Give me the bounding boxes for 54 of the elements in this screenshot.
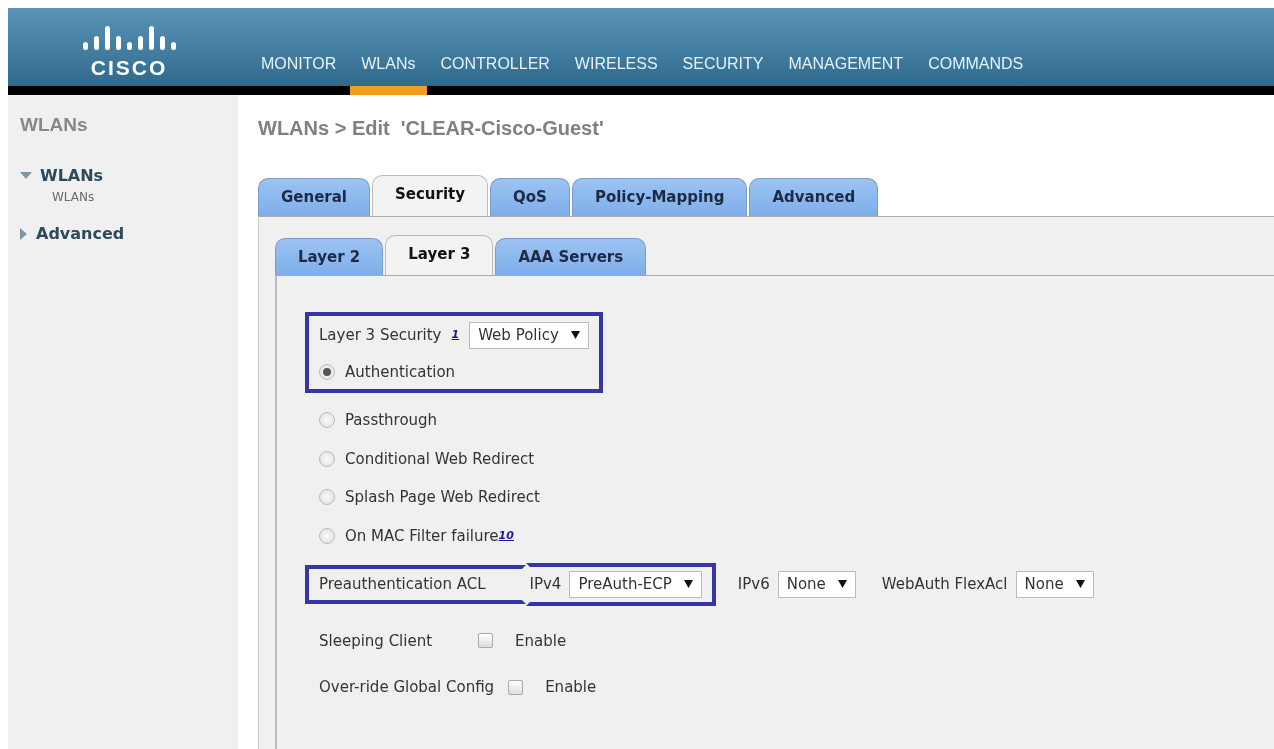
radio-label: Authentication [345,361,456,383]
field-label: Sleeping Client [319,630,433,652]
radio-button[interactable] [319,450,335,467]
tab[interactable]: Layer 2 [275,237,384,275]
radio-label: Passthrough [345,410,438,431]
caret-icon [837,580,847,588]
field-label: IPv4 [529,574,562,595]
logo-bars-icon [82,23,176,53]
radio-button[interactable] [319,412,335,429]
sidebar-item[interactable]: WLANs [40,163,104,188]
field-label: IPv6 [737,574,770,595]
page-title: WLANs > Edit 'CLEAR-Cisco-Guest' [258,116,605,141]
sidebar-title: WLANs [20,113,89,137]
logo-text: CISCO [90,57,168,78]
radio-button[interactable] [319,489,335,506]
menu-link[interactable]: CONTROLLER [429,52,561,95]
field-label: Over-ride Global Config [319,677,495,698]
field-label: Layer 3 Security [319,325,442,346]
sidebar-item[interactable]: Advanced [36,221,125,246]
tab[interactable]: QoS [490,178,570,216]
tab[interactable]: Layer 3 [385,234,494,275]
radio-label: Splash Page Web Redirect [345,487,540,508]
dropdown-select[interactable]: PreAuth-ECP [569,571,702,598]
dropdown-select[interactable]: None [1015,571,1094,598]
menu-link[interactable]: MONITOR [250,52,348,95]
menu-link[interactable]: SECURITY [671,52,775,95]
radio-button[interactable] [319,363,335,380]
radio-label: Conditional Web Redirect [345,448,535,470]
tab[interactable]: Security [372,175,489,216]
tab[interactable]: AAA Servers [495,237,647,275]
radio-button[interactable] [319,527,335,544]
collapsed-triangle-icon[interactable] [20,227,28,240]
tab[interactable]: Policy-Mapping [571,178,748,216]
menu-link[interactable]: MANAGEMENT [777,52,915,95]
checkbox-label: Enable [515,630,567,652]
dropdown-select[interactable]: None [777,571,856,598]
checkbox[interactable] [508,679,524,695]
caret-icon [570,331,580,339]
menu-link[interactable]: COMMANDS [917,52,1035,95]
footnote-link[interactable]: 1 [451,327,460,344]
field-label: WebAuth FlexAcl [881,574,1008,595]
field-label: Preauthentication ACL [319,574,486,595]
checkbox-label: Enable [545,677,597,698]
dropdown-select[interactable]: Web Policy [469,322,589,349]
footnote-link[interactable]: 10 [498,527,514,544]
radio-label: On MAC Filter failure [345,525,499,547]
tab[interactable]: Advanced [749,178,879,216]
sidebar-subitem[interactable]: WLANs [52,187,238,206]
tab[interactable]: General [258,178,370,216]
menu-link[interactable]: WIRELESS [563,52,669,95]
caret-icon [683,580,693,588]
caret-icon [1075,580,1085,588]
expanded-triangle-icon[interactable] [20,171,32,180]
checkbox[interactable] [478,633,494,649]
